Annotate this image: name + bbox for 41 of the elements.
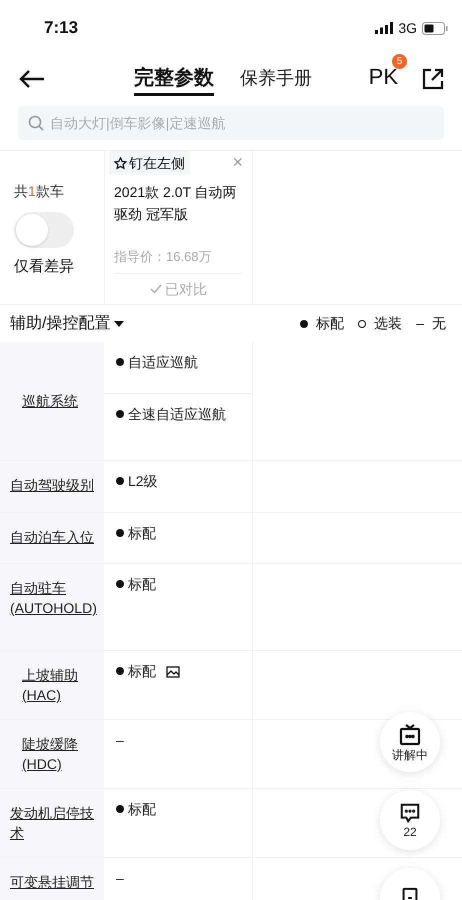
status-time: 7:13 [44, 17, 78, 40]
car-title: 2021款 2.0T 自动两驱劲 冠军版 [114, 183, 238, 224]
spec-value: 标配 [128, 577, 156, 591]
spec-value: 标配 [128, 664, 156, 678]
spec-value: L2级 [128, 474, 158, 488]
tv-icon [398, 723, 422, 747]
signal-icon [375, 22, 394, 34]
back-arrow-icon [18, 69, 46, 89]
legend-label: 标配 [316, 314, 344, 333]
spec-value: – [116, 733, 124, 747]
search-field[interactable]: 自动大灯|倒车影像|定速巡航 [18, 106, 444, 140]
legend-label: 选装 [374, 314, 402, 333]
car-price: 指导价：16.68万 [114, 246, 243, 274]
section-title: 辅助/操控配置 [10, 314, 110, 334]
check-icon [150, 284, 162, 294]
comment-icon [399, 802, 421, 824]
spec-label[interactable]: 巡航系统 [22, 391, 94, 411]
diff-toggle[interactable] [14, 212, 74, 248]
pk-button[interactable]: PK [368, 66, 398, 88]
network-label: 3G [398, 18, 417, 38]
nav-tab[interactable]: 完整参数 [134, 62, 214, 96]
spec-value: – [116, 871, 124, 885]
dropdown-caret-icon [114, 320, 124, 326]
spec-value: 标配 [128, 526, 156, 540]
spec-value: 自适应巡航 [128, 355, 198, 369]
car-count-label: 共1款车 [13, 182, 64, 201]
diff-toggle-label: 仅看差异 [13, 257, 74, 277]
search-icon [28, 115, 44, 131]
spec-value: 全速自适应巡航 [128, 407, 226, 421]
pin-icon [114, 156, 127, 170]
floating-button[interactable]: 讲解中 [380, 712, 440, 772]
legend-label: 无 [432, 314, 446, 333]
image-icon[interactable] [166, 666, 180, 678]
notification-badge: 5 [392, 54, 407, 69]
share-icon[interactable] [422, 68, 444, 90]
floating-button[interactable]: 22 [380, 790, 440, 850]
battery-icon [422, 22, 448, 34]
nav-tab[interactable]: 保养手册 [240, 64, 312, 94]
pin-button[interactable]: 钉在左侧 [109, 151, 190, 175]
dash-symbol: – [416, 314, 424, 333]
spec-value: 标配 [128, 802, 156, 816]
